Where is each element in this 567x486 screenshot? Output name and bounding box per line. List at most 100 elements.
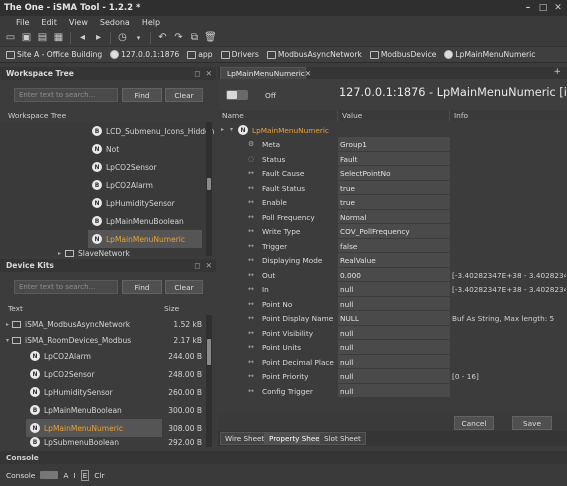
expand-icon[interactable]: ▸ xyxy=(6,321,9,328)
property-row[interactable]: ↔ Fault Cause SelectPointNo xyxy=(218,166,567,181)
tab-property-sheet[interactable]: Property Sheet xyxy=(264,432,328,445)
property-row[interactable]: ↔ Point Display Name NULL Buf As String, Ma… xyxy=(218,311,567,326)
folder-icon[interactable]: ▭ xyxy=(4,31,17,44)
property-row[interactable]: ↔ Poll Frequency Normal xyxy=(218,209,567,225)
property-value[interactable]: null xyxy=(338,383,450,397)
collapse-icon[interactable]: ▾ xyxy=(230,126,233,133)
devicekits-search-input[interactable]: Enter text to search... xyxy=(14,280,118,294)
menu-help[interactable]: Help xyxy=(142,18,160,27)
property-row[interactable]: ↔ Config Trigger null xyxy=(218,383,567,399)
breadcrumb-app[interactable]: app xyxy=(187,50,213,59)
property-row[interactable]: ↔ Trigger false xyxy=(218,238,567,254)
console-filter-a[interactable]: A xyxy=(63,471,68,480)
menu-sedona[interactable]: Sedona xyxy=(100,18,130,27)
property-value[interactable]: true xyxy=(338,195,450,209)
property-row[interactable]: ↔ Displaying Mode RealValue xyxy=(218,253,567,268)
property-row[interactable]: ↔ Fault Status true xyxy=(218,180,567,196)
chevron-down-icon[interactable]: ▾ xyxy=(132,31,145,44)
tree-item[interactable]: B LpCO2Alarm xyxy=(92,176,153,194)
workspace-search-input[interactable]: Enter text to search... xyxy=(14,88,118,102)
property-value[interactable]: null xyxy=(338,325,450,339)
restore-icon[interactable]: ◻ xyxy=(194,261,200,270)
save-icon[interactable]: ▣ xyxy=(20,31,33,44)
breadcrumb-component[interactable]: LpMainMenuNumeric xyxy=(444,50,535,59)
property-row[interactable]: ↔ Out 0.000 [-3.40282347E+38 - 3.4028234... xyxy=(218,267,567,283)
delete-icon[interactable]: 🗑 xyxy=(204,31,217,44)
redo-icon[interactable]: ↷ xyxy=(172,31,185,44)
cancel-button[interactable]: Cancel xyxy=(454,416,494,430)
save-button[interactable]: Save xyxy=(512,416,552,430)
restore-icon[interactable]: ◻ xyxy=(194,69,200,78)
kit-row-selected[interactable]: N LpMainMenuNumeric xyxy=(26,419,162,437)
history-icon[interactable]: ◷ xyxy=(116,31,129,44)
property-value[interactable]: NULL xyxy=(338,311,450,325)
breadcrumb-modbusdevice[interactable]: ModbusDevice xyxy=(369,50,436,59)
tab-wire-sheet[interactable]: Wire Sheet xyxy=(220,432,270,445)
breadcrumb-device[interactable]: 127.0.0.1:1876 xyxy=(110,50,179,59)
workspace-find-button[interactable]: Find xyxy=(122,88,162,102)
tab-slot-sheet[interactable]: Slot Sheet xyxy=(319,432,366,445)
column-header-size[interactable]: Size xyxy=(164,304,179,313)
menu-view[interactable]: View xyxy=(69,18,88,27)
grid-icon[interactable]: ▦ xyxy=(52,31,65,44)
close-icon[interactable]: ✕ xyxy=(305,69,311,78)
column-header-name[interactable]: Name xyxy=(218,110,338,121)
add-icon[interactable]: + xyxy=(553,67,561,77)
property-value[interactable]: null xyxy=(338,296,450,310)
console-filter-e[interactable]: E xyxy=(80,469,90,481)
back-icon[interactable]: ◂ xyxy=(76,31,89,44)
scroll-thumb[interactable] xyxy=(207,339,211,365)
column-header-info[interactable]: Info xyxy=(450,110,567,121)
toggle-switch[interactable] xyxy=(226,90,248,100)
tree-item[interactable]: N LpCO2Sensor xyxy=(92,158,157,176)
console-toggle[interactable] xyxy=(40,471,59,479)
column-header-value[interactable]: Value xyxy=(338,110,450,121)
tree-root-row[interactable]: ▸ ▾ N LpMainMenuNumeric xyxy=(218,123,567,138)
devicekits-clear-button[interactable]: Clear xyxy=(165,280,203,294)
tree-item[interactable]: B LpMainMenuBoolean xyxy=(92,212,184,230)
breadcrumb-drivers[interactable]: Drivers xyxy=(220,50,259,59)
kit-row[interactable]: N LpCO2Alarm 244.00 B xyxy=(30,347,206,365)
workspace-scrollbar[interactable] xyxy=(206,122,212,256)
console-filter-i[interactable]: I xyxy=(73,471,75,480)
property-row[interactable]: ↔ Write Type COV_PollFrequency xyxy=(218,224,567,239)
forward-icon[interactable]: ▸ xyxy=(92,31,105,44)
close-icon[interactable]: ✕ xyxy=(206,69,212,78)
tree-item[interactable]: B LCD_Submenu_Icons_Hidden xyxy=(92,122,214,140)
property-row[interactable]: ⚙ Meta Group1 xyxy=(218,137,567,152)
property-value[interactable]: Group1 xyxy=(338,137,450,151)
property-value[interactable]: RealValue xyxy=(338,253,450,267)
expand-icon[interactable]: ▸ xyxy=(221,126,224,133)
minimize-icon[interactable]: – xyxy=(522,2,534,14)
property-value[interactable]: null xyxy=(338,340,450,354)
column-header-text[interactable]: Text xyxy=(8,304,23,313)
kit-row[interactable]: B LpMainMenuBoolean 300.00 B xyxy=(30,401,206,419)
property-value[interactable]: null xyxy=(338,354,450,368)
property-row[interactable]: ↔ Point No null xyxy=(218,296,567,312)
property-value[interactable]: COV_PollFrequency xyxy=(338,224,450,238)
property-value[interactable]: false xyxy=(338,238,450,252)
kit-row[interactable]: N LpCO2Sensor 248.00 B xyxy=(30,365,206,383)
property-value[interactable]: true xyxy=(338,180,450,194)
property-value[interactable]: SelectPointNo xyxy=(338,166,450,180)
property-row[interactable]: ↔ Point Decimal Place null xyxy=(218,354,567,370)
tree-item[interactable]: N LpHumiditySensor xyxy=(92,194,175,212)
property-value[interactable]: null xyxy=(338,369,450,383)
close-icon[interactable]: ✕ xyxy=(552,2,564,14)
close-icon[interactable]: ✕ xyxy=(206,261,212,270)
console-clear[interactable]: Clr xyxy=(94,471,104,480)
collapse-icon[interactable]: ▾ xyxy=(6,337,9,344)
property-row[interactable]: ↔ Enable true xyxy=(218,195,567,210)
property-value[interactable]: 0.000 xyxy=(338,267,450,281)
expand-icon[interactable]: ▸ xyxy=(58,250,61,257)
workspace-clear-button[interactable]: Clear xyxy=(165,88,203,102)
kit-row[interactable]: B LpSubmenuBoolean 292.00 B xyxy=(30,437,206,447)
breadcrumb-site[interactable]: Site A - Office Building xyxy=(6,50,102,59)
property-row[interactable]: ↔ In null [-3.40282347E+38 - 3.4028234... xyxy=(218,282,567,297)
editor-tab[interactable]: LpMainMenuNumeric ✕ xyxy=(220,67,311,79)
scroll-thumb[interactable] xyxy=(207,178,211,190)
property-value[interactable]: Normal xyxy=(338,209,450,223)
undo-icon[interactable]: ↶ xyxy=(156,31,169,44)
menu-edit[interactable]: Edit xyxy=(41,18,57,27)
property-row[interactable]: ↔ Point Units null xyxy=(218,340,567,355)
